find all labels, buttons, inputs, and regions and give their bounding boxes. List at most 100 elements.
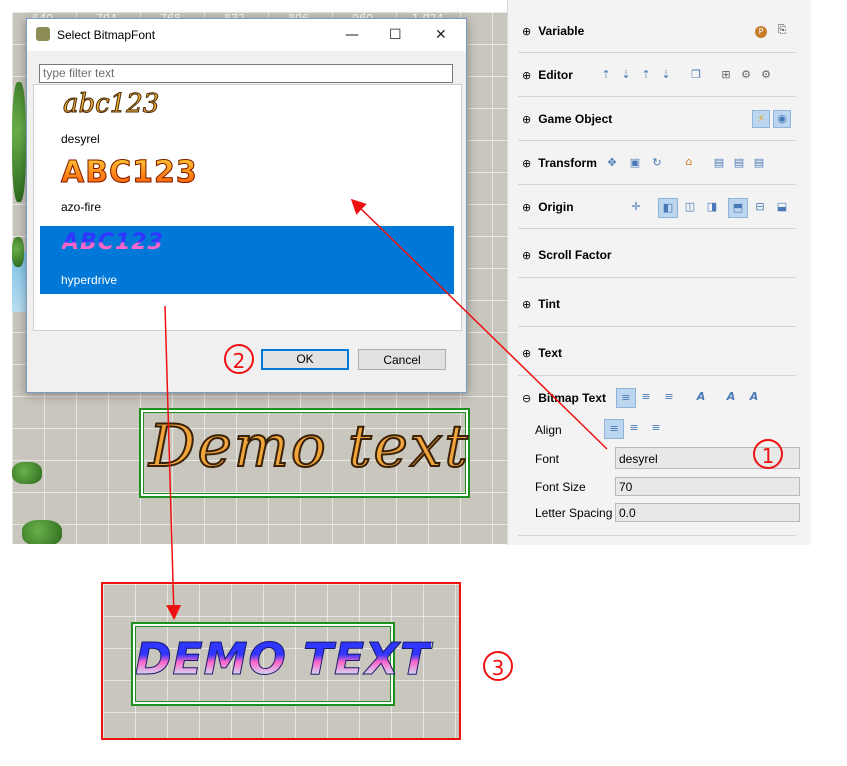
home-icon[interactable]: ⌂	[683, 156, 695, 168]
align-center-icon[interactable]: ▤	[733, 157, 745, 169]
list-item[interactable]: abc123 desyrel	[40, 85, 454, 153]
section-text[interactable]: ⊕ Text	[518, 327, 796, 376]
list-item[interactable]: ABC123 azo-fire	[40, 153, 454, 221]
move-up-icon[interactable]: ⇡	[600, 69, 612, 81]
align-left-icon[interactable]: ▤	[713, 157, 725, 169]
demo-text-desyrel-object[interactable]: Demo text	[139, 408, 470, 498]
expand-icon[interactable]: ⊕	[522, 249, 531, 262]
font-name: desyrel	[61, 132, 100, 146]
section-header[interactable]: ⊕ Game Object	[522, 112, 612, 126]
annotation-2: 2	[224, 344, 254, 374]
move-top-icon[interactable]: ⇡	[640, 69, 652, 81]
section-editor[interactable]: ⊕ Editor ⇡ ⇣ ⇡ ⇣ ❐ ⊞ ⚙ ⚙	[518, 53, 796, 97]
align-left-icon[interactable]: ≡	[616, 388, 636, 408]
annotation-3: 3	[483, 651, 513, 681]
add-object-icon[interactable]: ⊞	[720, 69, 732, 81]
ok-button[interactable]: OK	[261, 349, 349, 370]
plant-sprite	[12, 82, 26, 202]
origin-bottom-icon[interactable]: ⬓	[776, 201, 788, 213]
align-center-icon[interactable]: ≡	[640, 391, 652, 403]
select-bitmapfont-dialog: Select BitmapFont — ☐ ✕ type filter text…	[26, 18, 467, 393]
section-game-object[interactable]: ⊕ Game Object ⚡ ◉	[518, 97, 796, 141]
section-tint[interactable]: ⊕ Tint	[518, 278, 796, 327]
move-bottom-icon[interactable]: ⇣	[660, 69, 672, 81]
font-size-label: Font Size	[535, 480, 586, 494]
scale-icon[interactable]: ▣	[629, 157, 641, 169]
section-title: Transform	[538, 156, 597, 170]
align-left-icon[interactable]: ≡	[604, 419, 624, 439]
align-right-icon[interactable]: ≡	[650, 422, 662, 434]
active-lightning-icon[interactable]: ⚡	[752, 110, 770, 128]
align-right-icon[interactable]: ≡	[663, 391, 675, 403]
font-size-field[interactable]: 70	[615, 477, 800, 496]
layers-icon[interactable]: ❐	[690, 69, 702, 81]
visible-eye-icon[interactable]: ◉	[773, 110, 791, 128]
font-preview: abc123	[62, 89, 160, 120]
expand-icon[interactable]: ⊕	[522, 25, 531, 38]
expand-icon[interactable]: ⊕	[522, 298, 531, 311]
app-icon	[36, 27, 50, 41]
align-center-icon[interactable]: ≡	[628, 422, 640, 434]
origin-left-icon[interactable]: ◧	[658, 198, 678, 218]
demo-text-hyperdrive-object[interactable]: DEMO TEXT	[131, 622, 431, 706]
font-name: azo-fire	[61, 200, 102, 214]
section-title: Origin	[538, 200, 574, 214]
font-preview: ABC123	[62, 230, 164, 255]
demo-text-hyperdrive: DEMO TEXT	[134, 634, 432, 686]
cancel-button[interactable]: Cancel	[358, 349, 446, 370]
section-title: Editor	[538, 68, 573, 82]
rotate-icon[interactable]: ↻	[651, 157, 663, 169]
font-icon[interactable]: A	[695, 391, 707, 403]
font-size-icon[interactable]: A	[725, 391, 737, 403]
plant-sprite	[12, 237, 24, 267]
letter-spacing-label: Letter Spacing	[535, 506, 613, 520]
font-preview: ABC123	[61, 155, 198, 191]
plant-sprite	[12, 462, 42, 484]
origin-top-icon[interactable]: ⬒	[728, 198, 748, 218]
font-list[interactable]: abc123 desyrel ABC123 azo-fire ABC123 hy…	[33, 84, 462, 331]
section-header[interactable]: ⊕ Text	[522, 346, 562, 360]
demo-text-desyrel: Demo text	[148, 411, 470, 481]
section-title: Game Object	[538, 112, 613, 126]
expand-icon[interactable]: ⊕	[522, 69, 531, 82]
dialog-titlebar[interactable]: Select BitmapFont — ☐ ✕	[27, 19, 466, 51]
section-title: Text	[538, 346, 563, 360]
section-header[interactable]: ⊕ Origin	[522, 200, 574, 214]
origin-right-icon[interactable]: ◨	[706, 201, 718, 213]
expand-icon[interactable]: ⊕	[522, 113, 531, 126]
letter-spacing-field[interactable]: 0.0	[615, 503, 800, 522]
copy-document-icon[interactable]: ⎘	[776, 24, 788, 36]
section-header[interactable]: ⊕ Variable	[522, 24, 584, 38]
section-header[interactable]: ⊕ Tint	[522, 297, 560, 311]
section-header[interactable]: ⊕ Scroll Factor	[522, 248, 612, 262]
filter-input[interactable]: type filter text	[39, 64, 453, 83]
origin-center-icon[interactable]: ✛	[630, 201, 642, 213]
section-transform[interactable]: ⊕ Transform ✥ ▣ ↻ ⌂ ▤ ▤ ▤	[518, 141, 796, 185]
section-title: Variable	[538, 24, 585, 38]
object-settings-icon[interactable]: ⚙	[740, 69, 752, 81]
list-item-selected[interactable]: ABC123 hyperdrive	[40, 226, 454, 294]
close-icon[interactable]: ✕	[435, 27, 447, 43]
move-icon[interactable]: ✥	[606, 157, 618, 169]
expand-icon[interactable]: ⊕	[522, 347, 531, 360]
section-variable[interactable]: ⊕ Variable P ⎘	[518, 12, 796, 53]
p-icon[interactable]: P	[755, 26, 767, 38]
section-header[interactable]: ⊕ Editor	[522, 68, 573, 82]
object-type-icon[interactable]: ⚙	[760, 69, 772, 81]
maximize-icon[interactable]: ☐	[389, 27, 402, 43]
section-origin[interactable]: ⊕ Origin ✛ ◧ ◫ ◨ ⬒ ⊟ ⬓	[518, 185, 796, 229]
move-down-icon[interactable]: ⇣	[620, 69, 632, 81]
section-header[interactable]: ⊕ Transform	[522, 156, 597, 170]
section-scroll-factor[interactable]: ⊕ Scroll Factor	[518, 229, 796, 278]
align-right-icon[interactable]: ▤	[753, 157, 765, 169]
expand-icon[interactable]: ⊕	[522, 157, 531, 170]
origin-middle-icon[interactable]: ◫	[684, 201, 696, 213]
collapse-icon[interactable]: ⊖	[522, 392, 531, 405]
origin-vcenter-icon[interactable]: ⊟	[754, 201, 766, 213]
letter-spacing-icon[interactable]: A	[748, 391, 760, 403]
dialog-title: Select BitmapFont	[57, 28, 156, 42]
plant-sprite	[22, 520, 62, 544]
section-header[interactable]: ⊖ Bitmap Text	[522, 391, 606, 405]
expand-icon[interactable]: ⊕	[522, 201, 531, 214]
minimize-icon[interactable]: —	[345, 27, 359, 43]
